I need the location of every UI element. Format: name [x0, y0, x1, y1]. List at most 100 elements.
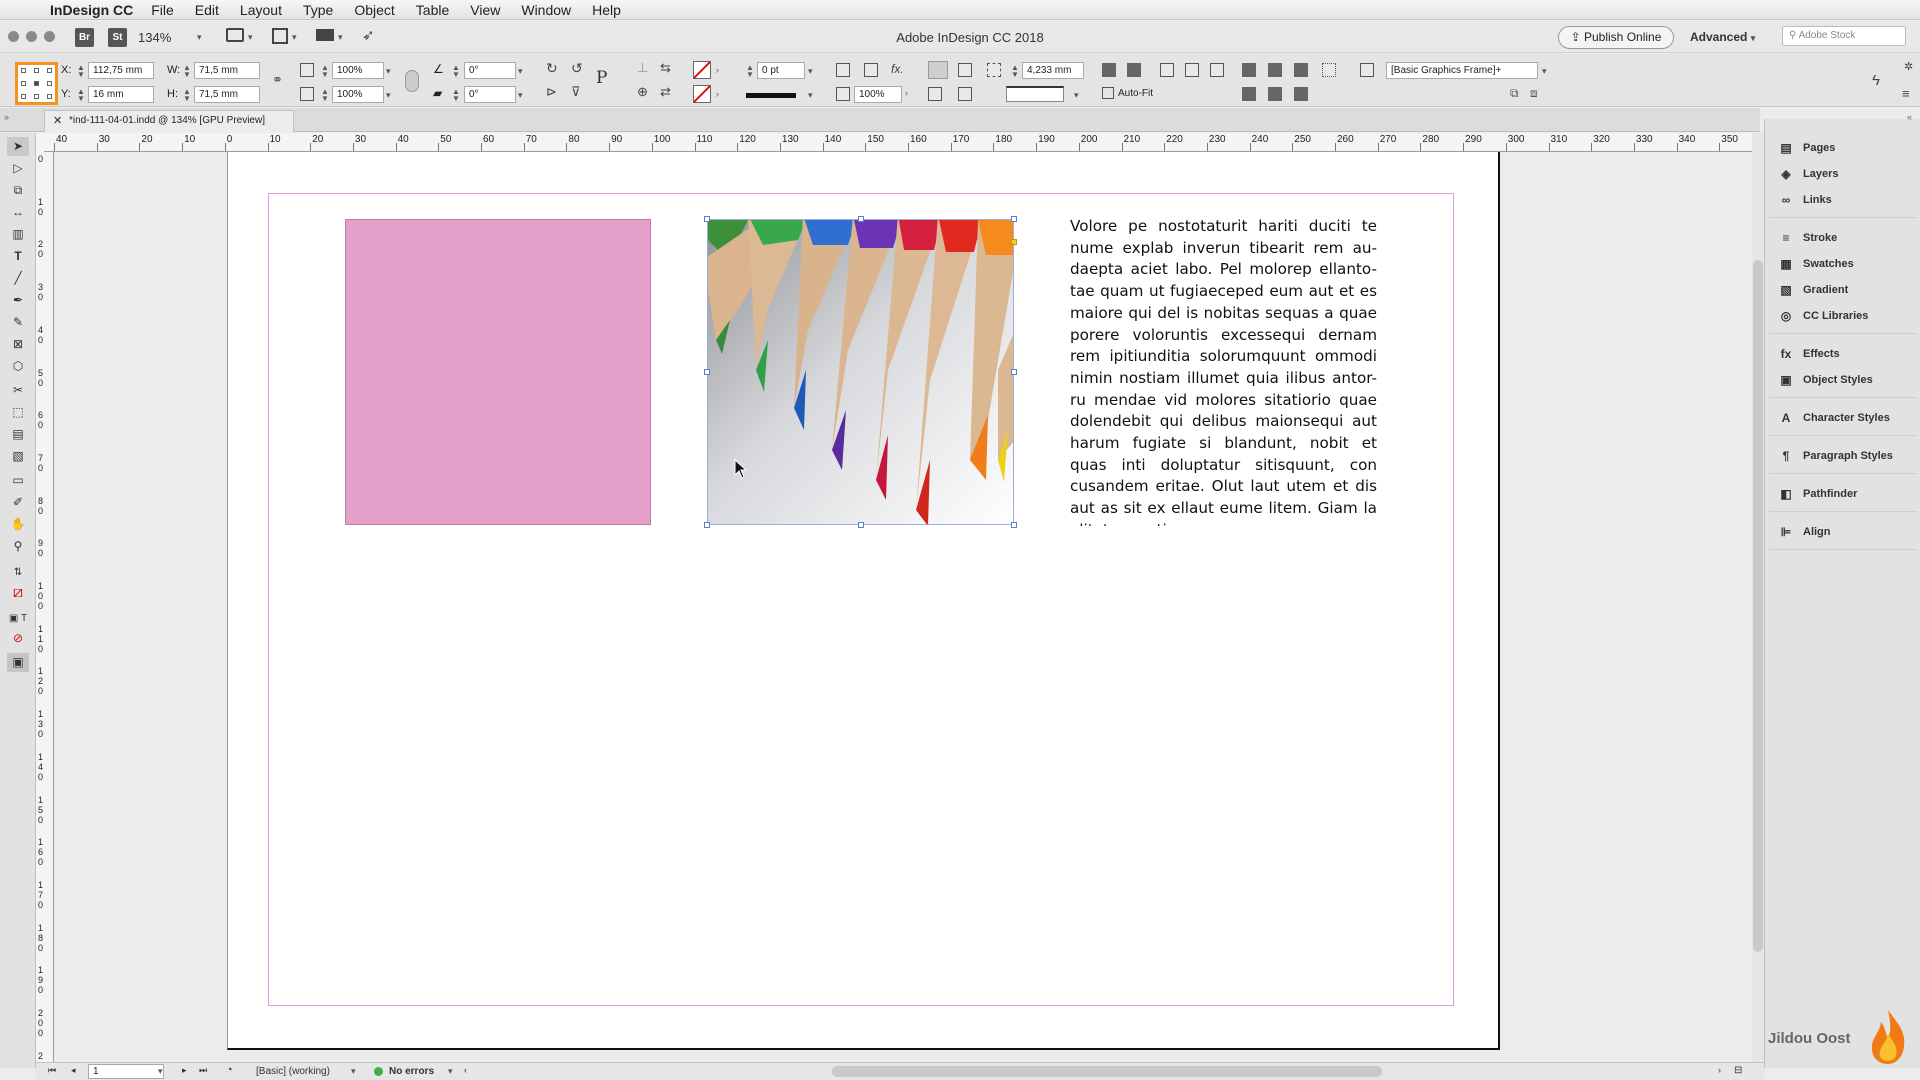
gradient-feather-tool-icon[interactable]: ▧ [7, 447, 29, 466]
constrain-scale-icon[interactable] [405, 70, 419, 92]
x-position-field[interactable]: 112,75 mm [88, 62, 154, 79]
pink-rectangle-frame[interactable] [345, 219, 651, 525]
fit-frame-to-content-icon[interactable] [1160, 63, 1174, 77]
rotate-counterclockwise-icon[interactable]: ↺ [571, 60, 583, 77]
stroke-style-preview[interactable] [1006, 86, 1064, 102]
align-left-edges-icon[interactable] [1242, 63, 1256, 77]
adobe-stock-search[interactable]: ⚲ Adobe Stock [1782, 26, 1906, 46]
publish-online-button[interactable]: ⇪ Publish Online [1558, 26, 1674, 49]
ref-point-bottom-right[interactable] [47, 94, 52, 99]
constrain-proportions-icon[interactable]: ⚭ [272, 72, 283, 88]
panel-layers[interactable]: ◈ Layers [1779, 163, 1838, 185]
arrange-documents-icon[interactable] [316, 29, 334, 41]
align-top-edges-icon[interactable] [1242, 87, 1256, 101]
maximize-window-button[interactable] [44, 31, 55, 42]
scale-x-field[interactable]: 100% [332, 62, 384, 79]
scale-y-field[interactable]: 100% [332, 86, 384, 103]
rectangle-frame-tool-icon[interactable]: ⊠ [7, 335, 29, 354]
scale-y-stepper[interactable]: ▲ ▼ [321, 88, 329, 103]
panel-swatches[interactable]: ▦ Swatches [1779, 253, 1853, 275]
stroke-weight-field[interactable]: 0 pt [757, 62, 805, 79]
quick-apply-icon[interactable]: ϟ [1872, 72, 1880, 89]
drop-shadow-icon[interactable] [836, 63, 850, 77]
stock-button[interactable]: St [108, 28, 127, 47]
menu-object[interactable]: Object [354, 2, 394, 18]
menu-type[interactable]: Type [303, 2, 333, 18]
previous-page-icon[interactable]: ◂ [71, 1065, 76, 1076]
stroke-weight-stepper[interactable]: ▲ ▼ [746, 64, 754, 79]
collapse-panels-icon[interactable]: « [1907, 112, 1912, 122]
align-horizontal-centers-icon[interactable] [1268, 63, 1282, 77]
fit-content-to-frame-icon[interactable] [1185, 63, 1199, 77]
scroll-left-icon[interactable]: ‹ [464, 1065, 467, 1075]
panel-gradient[interactable]: ▧ Gradient [1779, 279, 1848, 301]
ref-point-bottom-center[interactable] [34, 94, 39, 99]
document-tab[interactable]: ✕ *ind-111-04-01.indd @ 134% [GPU Previe… [44, 110, 294, 132]
ref-point-middle-right[interactable] [47, 81, 52, 86]
ref-point-top-center[interactable] [34, 68, 39, 73]
x-stepper[interactable]: ▲ ▼ [77, 64, 85, 79]
effects-fx-icon[interactable]: fx. [891, 62, 904, 76]
stroke-type-dropdown-icon[interactable]: ▾ [808, 90, 813, 101]
menu-table[interactable]: Table [416, 2, 449, 18]
height-field[interactable]: 71,5 mm [194, 86, 260, 103]
ruler-origin[interactable] [36, 133, 44, 152]
distribute-spacing-icon[interactable] [1322, 63, 1336, 77]
screen-mode-icon[interactable] [272, 28, 288, 44]
menu-layout[interactable]: Layout [240, 2, 282, 18]
shear-stepper[interactable]: ▲ ▼ [452, 88, 460, 103]
view-options-dropdown-icon[interactable]: ▾ [248, 32, 253, 43]
polygon-tool-icon[interactable]: ⬡ [7, 357, 29, 376]
ref-point-middle-left[interactable] [21, 81, 26, 86]
first-page-icon[interactable]: ⏮ [48, 1065, 56, 1076]
zoom-tool-icon[interactable]: ⚲ [7, 537, 29, 556]
collapse-tools-icon[interactable]: » [4, 112, 9, 122]
menu-window[interactable]: Window [521, 2, 571, 18]
view-options-icon[interactable] [226, 28, 244, 42]
panel-stroke[interactable]: ≡ Stroke [1779, 227, 1837, 249]
ref-point-center[interactable] [34, 81, 39, 86]
ref-point-top-right[interactable] [47, 68, 52, 73]
panel-pages[interactable]: ▤ Pages [1779, 137, 1835, 159]
formatting-affects-container-icon[interactable]: ▣ T [7, 609, 29, 628]
minimize-window-button[interactable] [26, 31, 37, 42]
no-text-wrap-icon[interactable] [928, 61, 948, 79]
pasteboard[interactable]: Volore pe nostotaturit hariti duciti te … [54, 152, 1752, 1068]
bridge-button[interactable]: Br [75, 28, 94, 47]
split-window-icon[interactable]: ⊟ [1734, 1065, 1742, 1076]
frame-handle-top-right[interactable] [1011, 216, 1017, 222]
body-text-frame[interactable]: Volore pe nostotaturit hariti duciti te … [1070, 216, 1377, 526]
panel-menu-icon[interactable]: ≡ [1902, 86, 1910, 101]
content-collector-icon[interactable]: ▥ [7, 225, 29, 244]
note-tool-icon[interactable]: ▭ [7, 471, 29, 490]
rotate-dropdown-icon[interactable]: ▾ [518, 66, 523, 77]
menu-help[interactable]: Help [592, 2, 621, 18]
stroke-swatch-icon[interactable] [693, 85, 711, 103]
frame-handle-bottom-center[interactable] [858, 522, 864, 528]
scale-x-stepper[interactable]: ▲ ▼ [321, 64, 329, 79]
fit-content-proportionally-icon[interactable] [1127, 63, 1141, 77]
opacity-dropdown-icon[interactable]: › [905, 88, 908, 98]
close-window-button[interactable] [8, 31, 19, 42]
scale-x-dropdown-icon[interactable]: ▾ [386, 66, 391, 77]
eyedropper-tool-icon[interactable]: ✐ [7, 493, 29, 512]
scissors-tool-icon[interactable]: ✂ [7, 381, 29, 400]
frame-handle-middle-right[interactable] [1011, 369, 1017, 375]
colored-pencils-image-frame[interactable] [707, 219, 1014, 525]
panel-character-styles[interactable]: A Character Styles [1779, 407, 1890, 429]
spacing-stepper[interactable]: ▲ ▼ [1011, 64, 1019, 79]
direct-selection-tool-icon[interactable]: ▷ [7, 159, 29, 178]
live-corners-widget[interactable] [1011, 239, 1017, 245]
fill-stroke-proxy-icon[interactable]: ⧄ [7, 583, 29, 602]
stroke-style-dropdown-icon[interactable]: ▾ [1074, 90, 1079, 101]
next-page-icon[interactable]: ▸ [182, 1065, 187, 1076]
free-transform-tool-icon[interactable]: ⬚ [7, 403, 29, 422]
panel-effects[interactable]: fx Effects [1779, 343, 1840, 365]
preflight-dropdown-icon[interactable]: ▾ [448, 1066, 453, 1077]
frame-handle-bottom-right[interactable] [1011, 522, 1017, 528]
horizontal-ruler[interactable]: 40 30 20 10 0 10 20 30 40 50 60 70 80 90 100 110 120 130 1… [44, 133, 1752, 152]
line-tool-icon[interactable]: ╱ [7, 269, 29, 288]
zoom-dropdown-icon[interactable]: ▾ [197, 32, 202, 43]
flip-vertical-icon[interactable]: ⊽ [571, 84, 581, 100]
horizontal-scroll-thumb[interactable] [832, 1066, 1382, 1077]
